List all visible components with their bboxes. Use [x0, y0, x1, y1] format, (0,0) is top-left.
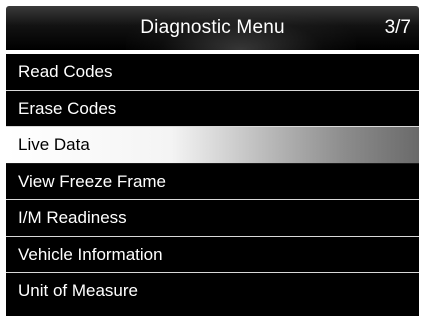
menu-item-erase-codes[interactable]: Erase Codes	[6, 90, 419, 127]
menu-item-vehicle-information[interactable]: Vehicle Information	[6, 236, 419, 273]
page-indicator: 3/7	[384, 17, 411, 38]
title-bar: Diagnostic Menu 3/7	[6, 6, 419, 50]
menu-item-unit-of-measure[interactable]: Unit of Measure	[6, 273, 419, 310]
scanner-screen: Diagnostic Menu 3/7 Read Codes Erase Cod…	[0, 0, 425, 322]
menu-item-live-data[interactable]: Live Data	[6, 127, 419, 164]
menu-title: Diagnostic Menu	[140, 17, 285, 38]
diagnostic-menu-list: Read Codes Erase Codes Live Data View Fr…	[6, 54, 419, 316]
menu-item-view-freeze-frame[interactable]: View Freeze Frame	[6, 163, 419, 200]
menu-item-read-codes[interactable]: Read Codes	[6, 54, 419, 91]
menu-item-im-readiness[interactable]: I/M Readiness	[6, 200, 419, 237]
